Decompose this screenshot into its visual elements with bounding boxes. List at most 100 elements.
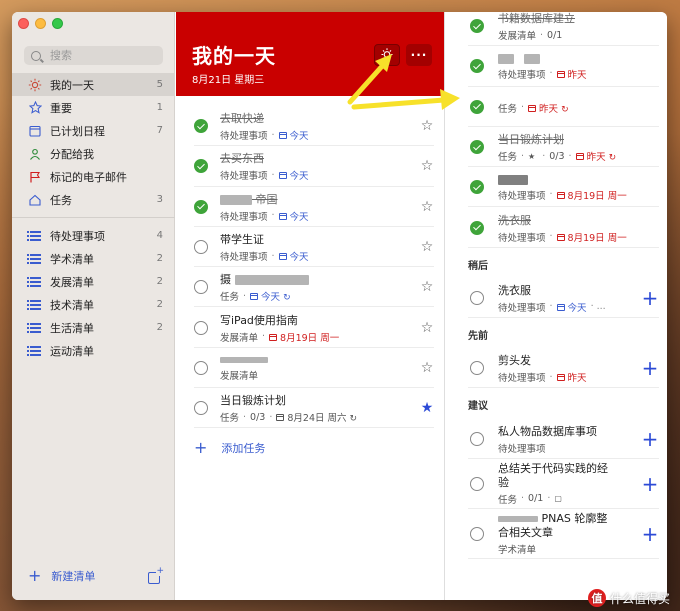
task-due: 今天 — [278, 249, 309, 263]
task-checkbox[interactable] — [470, 526, 484, 541]
suggestion-row[interactable]: 洗衣服 待处理事项 · 8月19日 周一 — [446, 207, 667, 249]
star-icon[interactable]: ☆ — [420, 360, 434, 376]
sidebar-item-list-tech[interactable]: 技术清单 2 — [12, 293, 175, 316]
task-checkbox[interactable] — [470, 59, 484, 74]
task-due: 昨天 — [556, 67, 587, 81]
task-list-name: 待处理事项 — [498, 69, 546, 81]
task-row[interactable]: 带学生证 待处理事项 · 今天 ☆ — [176, 227, 444, 268]
sidebar-item-my-day[interactable]: 我的一天 5 — [12, 73, 175, 96]
sidebar-item-list-academic[interactable]: 学术清单 2 — [12, 247, 175, 270]
sidebar-item-tasks[interactable]: 任务 3 — [12, 188, 175, 211]
search-box[interactable] — [24, 46, 163, 65]
more-options-button[interactable]: ··· — [406, 44, 432, 66]
suggestion-row[interactable]: 待处理事项 · 8月19日 周一 — [446, 167, 667, 208]
add-to-my-day-button[interactable]: + — [639, 474, 661, 494]
sidebar-item-count: 2 — [156, 299, 163, 310]
task-row[interactable]: 发展清单 ☆ — [176, 348, 444, 389]
task-checkbox[interactable] — [470, 220, 484, 235]
task-row[interactable]: 帝国 待处理事项 · 今天 ☆ — [176, 187, 444, 228]
sidebar-item-important[interactable]: 重要 1 — [12, 96, 175, 119]
add-to-my-day-button[interactable]: + — [639, 429, 661, 449]
sidebar-item-planned[interactable]: 已计划日程 7 — [12, 119, 175, 142]
sidebar-item-list-development[interactable]: 发展清单 2 — [12, 270, 175, 293]
separator-dot: · — [269, 411, 273, 423]
suggestion-row[interactable]: 书籍数据库建立 发展清单 · 0/1 — [446, 12, 667, 47]
calendar-icon — [278, 132, 287, 140]
separator-dot: · — [271, 210, 275, 222]
suggestion-row[interactable]: 待处理事项 · 昨天 — [446, 46, 667, 87]
star-icon[interactable]: ☆ — [420, 158, 434, 174]
star-icon[interactable]: ☆ — [420, 279, 434, 295]
task-checkbox[interactable] — [194, 199, 208, 214]
star-icon[interactable]: ☆ — [420, 199, 434, 215]
task-checkbox[interactable] — [194, 280, 208, 295]
search-input[interactable] — [50, 49, 150, 62]
task-due-label: 昨天 — [567, 69, 587, 81]
task-checkbox[interactable] — [470, 99, 484, 114]
close-window-button[interactable] — [18, 18, 29, 29]
task-list-name: 待处理事项 — [220, 211, 268, 223]
task-checkbox[interactable] — [470, 361, 484, 376]
sidebar-item-list-pending[interactable]: 待处理事项 4 — [12, 224, 175, 247]
task-row[interactable]: 去取快递 待处理事项 · 今天 ☆ — [176, 106, 444, 147]
task-title: 写iPad使用指南 — [220, 313, 298, 327]
task-due-label: 8月19日 周一 — [280, 332, 340, 344]
task-list-name: 任务 — [220, 292, 240, 304]
suggestion-row[interactable]: PNAS 轮廓整合相关文章 学术清单 + — [446, 509, 667, 559]
separator-dot: · — [549, 68, 553, 80]
task-meta: 任务 · ★ · 0/3 · 昨天 ↻ — [498, 149, 661, 164]
calendar-icon — [528, 104, 537, 112]
task-checkbox[interactable] — [470, 140, 484, 155]
separator-dot: · — [521, 150, 525, 162]
task-list-name: 学术清单 — [498, 544, 537, 556]
task-checkbox[interactable] — [470, 180, 484, 195]
task-list-name: 待处理事项 — [498, 190, 546, 202]
sidebar-item-assigned[interactable]: 分配给我 — [12, 142, 175, 165]
task-checkbox[interactable] — [470, 19, 484, 34]
task-row[interactable]: 摄 任务 · 今天 ↻ ☆ — [176, 267, 444, 308]
sidebar-item-label: 重要 — [50, 101, 72, 115]
sidebar-item-label: 已计划日程 — [50, 124, 105, 138]
add-task-button[interactable]: + 添加任务 — [176, 428, 444, 456]
suggestion-row[interactable]: 总结关于代码实践的经验 任务 · 0/1 · ▢ + — [446, 459, 667, 509]
sidebar-item-flagged-email[interactable]: 标记的电子邮件 — [12, 165, 175, 188]
add-to-my-day-button[interactable]: + — [639, 358, 661, 378]
suggestion-row[interactable]: 剪头发 待处理事项 · 昨天 + — [446, 348, 667, 389]
star-icon[interactable]: ☆ — [420, 239, 434, 255]
task-checkbox[interactable] — [470, 476, 484, 491]
search-icon — [31, 50, 41, 61]
suggestion-row[interactable]: 当日锻炼计划 任务 · ★ · 0/3 · 昨天 ↻ — [446, 127, 667, 168]
minimize-window-button[interactable] — [35, 18, 46, 29]
calendar-icon — [278, 253, 287, 261]
task-checkbox[interactable] — [470, 431, 484, 446]
task-row[interactable]: 写iPad使用指南 发展清单 · 8月19日 周一 ☆ — [176, 307, 444, 349]
new-group-icon[interactable] — [148, 566, 164, 584]
suggestion-row[interactable]: 洗衣服 待处理事项 · 今天 · ... + — [446, 278, 667, 319]
task-checkbox[interactable] — [194, 401, 208, 416]
task-meta: 任务 · 0/1 · ▢ — [498, 492, 639, 506]
add-to-my-day-button[interactable]: + — [639, 288, 661, 308]
zoom-window-button[interactable] — [52, 18, 63, 29]
star-filled-icon[interactable]: ★ — [420, 400, 434, 416]
new-list-button[interactable]: + 新建清单 — [28, 568, 95, 584]
suggestions-button[interactable] — [374, 44, 400, 66]
sidebar-item-list-life[interactable]: 生活清单 2 — [12, 316, 175, 339]
star-icon[interactable]: ☆ — [420, 320, 434, 336]
star-icon[interactable]: ☆ — [420, 118, 434, 134]
suggestion-row[interactable]: 任务 · 昨天 ↻ — [446, 87, 667, 128]
task-checkbox[interactable] — [194, 159, 208, 174]
task-checkbox[interactable] — [194, 360, 208, 375]
add-to-my-day-button[interactable]: + — [639, 524, 661, 544]
task-due: 昨天 — [556, 370, 587, 384]
suggestion-row[interactable]: 私人物品数据库事项 待处理事项 + — [446, 418, 667, 459]
sun-icon — [28, 78, 42, 92]
task-checkbox[interactable] — [470, 290, 484, 305]
task-checkbox[interactable] — [194, 240, 208, 255]
repeat-icon: ↻ — [283, 293, 291, 304]
task-checkbox[interactable] — [194, 320, 208, 335]
task-row[interactable]: 当日锻炼计划 任务 · 0/3 · 8月24日 周六 ↻ ★ — [176, 388, 444, 429]
task-checkbox[interactable] — [194, 119, 208, 134]
task-row[interactable]: 去买东西 待处理事项 · 今天 ☆ — [176, 146, 444, 187]
sidebar-item-list-sport[interactable]: 运动清单 — [12, 339, 175, 362]
task-title: 带学生证 — [220, 233, 264, 247]
